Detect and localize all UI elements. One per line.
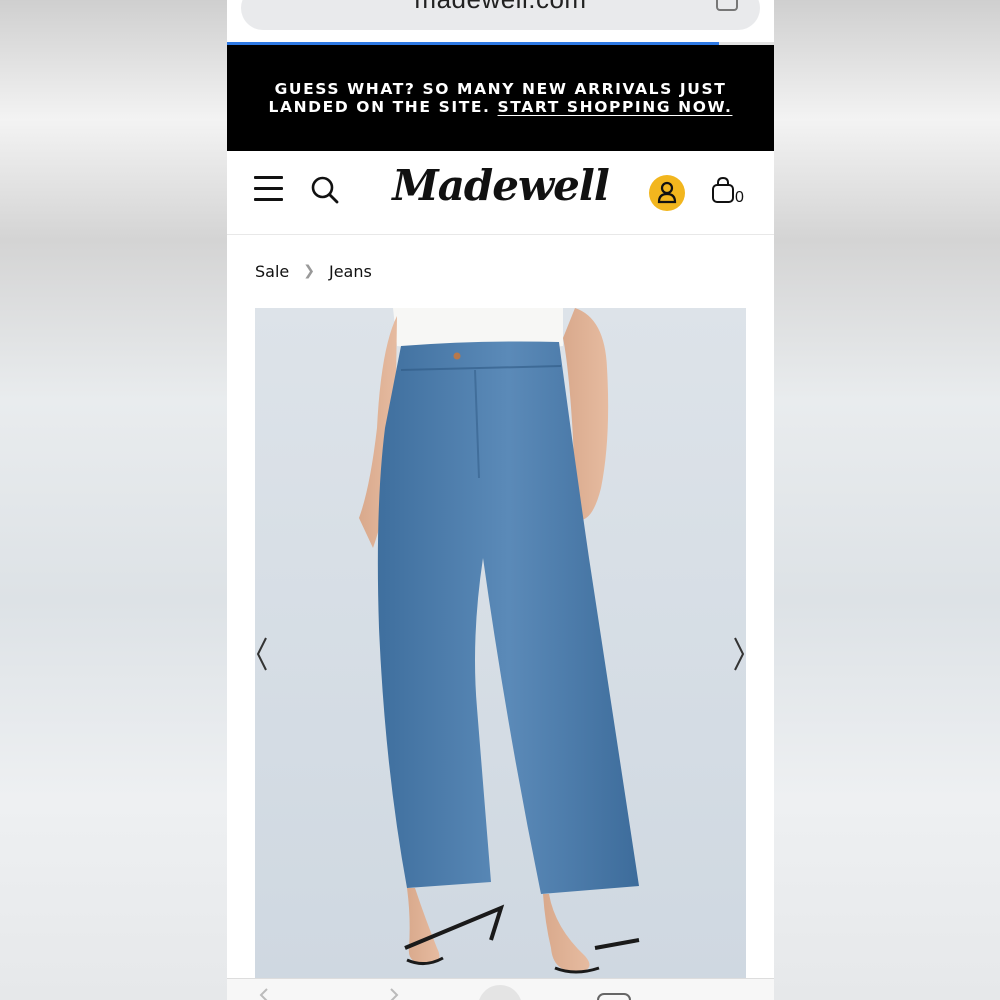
chevron-right-icon: ❯ [303, 263, 315, 279]
forward-icon[interactable] [387, 987, 401, 1000]
new-tab-icon[interactable] [477, 984, 523, 1000]
breadcrumb: Sale ❯ Jeans [255, 260, 372, 282]
product-image-carousel[interactable] [255, 308, 746, 978]
start-shopping-link[interactable]: START SHOPPING NOW. [498, 98, 733, 116]
address-bar[interactable]: madewell.com [241, 0, 760, 30]
product-photo [255, 308, 746, 978]
promo-line-1: GUESS WHAT? SO MANY NEW ARRIVALS JUST [274, 80, 727, 98]
back-icon[interactable] [257, 987, 271, 1000]
bag-count: 0 [735, 189, 744, 206]
promo-line-2: LANDED ON THE SITE. START SHOPPING NOW. [269, 98, 733, 116]
share-icon[interactable] [714, 0, 740, 12]
chevron-left-icon[interactable] [255, 636, 269, 672]
shopping-bag-icon[interactable] [711, 176, 735, 204]
browser-toolbar [227, 978, 774, 1000]
breadcrumb-jeans[interactable]: Jeans [329, 262, 372, 281]
promo-banner: GUESS WHAT? SO MANY NEW ARRIVALS JUST LA… [227, 45, 774, 151]
browser-chrome: madewell.com [227, 0, 774, 45]
chevron-right-icon[interactable] [732, 636, 746, 672]
phone-screen: madewell.com GUESS WHAT? SO MANY NEW ARR… [227, 0, 774, 1000]
breadcrumb-sale[interactable]: Sale [255, 262, 289, 281]
site-header: Madewell 0 [227, 151, 774, 235]
url-text[interactable]: madewell.com [241, 0, 760, 15]
tabs-icon[interactable] [597, 993, 631, 1000]
madewell-logo[interactable]: Madewell [227, 161, 774, 210]
account-icon[interactable] [649, 175, 685, 211]
promo-text: LANDED ON THE SITE. [268, 98, 491, 116]
